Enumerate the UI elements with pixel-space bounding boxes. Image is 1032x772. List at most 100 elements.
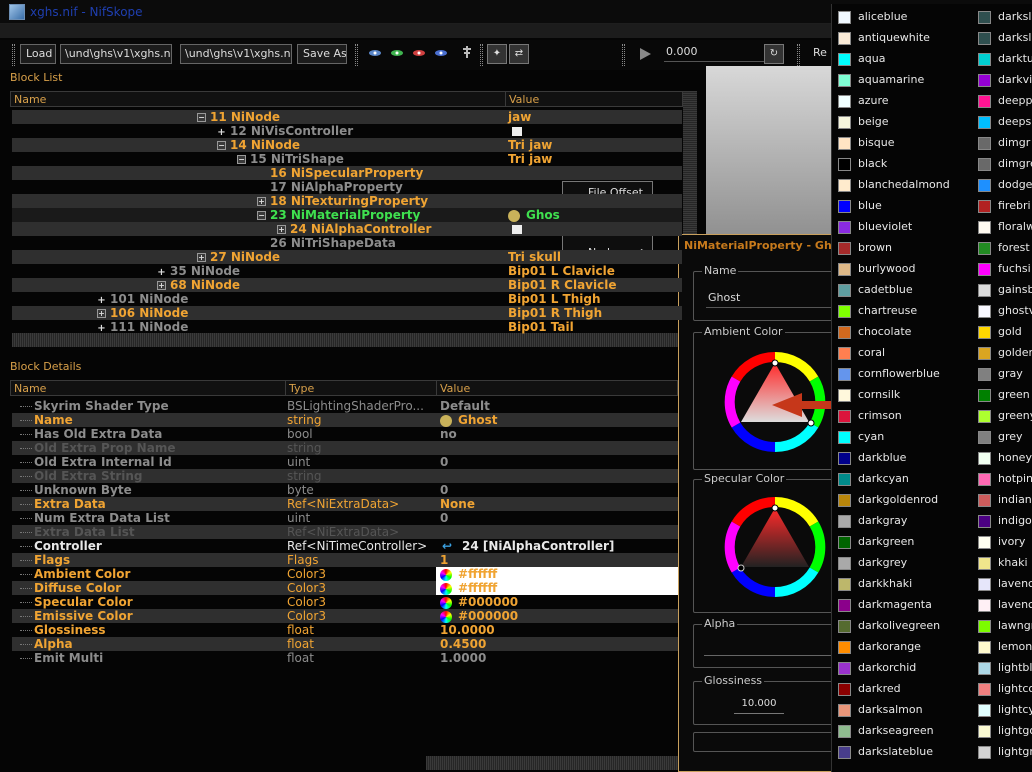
details-type-header[interactable]: Type: [285, 380, 437, 396]
color-item-crimson[interactable]: crimson: [832, 406, 972, 427]
color-item-indianred[interactable]: indiani: [972, 490, 1032, 511]
color-item-firebrick[interactable]: firebri: [972, 196, 1032, 217]
color-item-darkseagreen[interactable]: darkseagreen: [832, 721, 972, 742]
color-item-greenyellow[interactable]: greeny: [972, 406, 1032, 427]
time-field[interactable]: 0.000: [664, 44, 764, 62]
color-item-lemonchiffon[interactable]: lemon: [972, 637, 1032, 658]
color-item-cyan[interactable]: cyan: [832, 427, 972, 448]
detail-value-cell[interactable]: #ffffff: [436, 567, 678, 581]
block-list-row[interactable]: −14 NiNode Tri jaw: [12, 138, 682, 152]
skeleton-icon[interactable]: [460, 45, 474, 59]
color-item-darkslateblue[interactable]: darkslateblue: [832, 742, 972, 763]
collapse-icon[interactable]: −: [237, 155, 246, 164]
color-item-darkslategrey[interactable]: darksl: [972, 28, 1032, 49]
details-value-header[interactable]: Value: [436, 380, 678, 396]
color-item-dodgerblue[interactable]: dodge: [972, 175, 1032, 196]
color-item-lightcyan[interactable]: lightcy: [972, 700, 1032, 721]
details-row[interactable]: Controller Ref<NiTimeController> ↩ 24 [NiAl…: [12, 539, 678, 553]
save-path-field[interactable]: \und\ghs\v1\xghs.nif: [180, 44, 292, 64]
details-name-header[interactable]: Name: [10, 380, 286, 396]
block-list-row[interactable]: +68 NiNode Bip01 R Clavicle: [12, 278, 682, 292]
color-item-lavenderblush[interactable]: lavenc: [972, 595, 1032, 616]
alpha-slider[interactable]: [704, 655, 844, 656]
details-row[interactable]: Emissive Color Color3 #000000: [12, 609, 678, 623]
details-hscrollbar[interactable]: [426, 756, 678, 770]
block-list-value-header[interactable]: Value: [505, 91, 683, 107]
details-row[interactable]: Flags Flags 1: [12, 553, 678, 567]
details-row[interactable]: Old Extra Prop Name string: [12, 441, 678, 455]
color-item-fuchsia[interactable]: fuchsi: [972, 259, 1032, 280]
color-item-goldenrod[interactable]: golden: [972, 343, 1032, 364]
color-item-darkred[interactable]: darkred: [832, 679, 972, 700]
detail-value-cell[interactable]: #ffffff: [436, 581, 678, 595]
block-list-row[interactable]: +12 NiVisController: [12, 124, 682, 138]
color-item-blueviolet[interactable]: blueviolet: [832, 217, 972, 238]
color-item-green[interactable]: green: [972, 385, 1032, 406]
color-item-gold[interactable]: gold: [972, 322, 1032, 343]
details-row[interactable]: Has Old Extra Data bool no: [12, 427, 678, 441]
color-item-darkmagenta[interactable]: darkmagenta: [832, 595, 972, 616]
color-item-deeppink[interactable]: deepp: [972, 91, 1032, 112]
color-item-deepskyblue[interactable]: deepsk: [972, 112, 1032, 133]
color-item-aquamarine[interactable]: aquamarine: [832, 70, 972, 91]
collapse-icon[interactable]: −: [197, 113, 206, 122]
color-item-darkturquoise[interactable]: darktu: [972, 49, 1032, 70]
load-button[interactable]: Load: [20, 44, 56, 64]
color-item-blanchedalmond[interactable]: blanchedalmond: [832, 175, 972, 196]
load-path-field[interactable]: \und\ghs\v1\xghs.nif: [60, 44, 172, 64]
detail-value-cell[interactable]: None: [436, 497, 678, 511]
expand-icon[interactable]: +: [277, 225, 286, 234]
block-list-row[interactable]: −15 NiTriShape Tri jaw: [12, 152, 682, 166]
collapse-icon[interactable]: −: [217, 141, 226, 150]
color-item-darkblue[interactable]: darkblue: [832, 448, 972, 469]
details-row[interactable]: Name string Ghost: [12, 413, 678, 427]
color-item-darkorange[interactable]: darkorange: [832, 637, 972, 658]
color-item-aliceblue[interactable]: aliceblue: [832, 7, 972, 28]
color-item-khaki[interactable]: khaki: [972, 553, 1032, 574]
blue-eye-icon[interactable]: [434, 48, 448, 58]
details-row[interactable]: Emit Multi float 1.0000: [12, 651, 678, 665]
color-item-darkcyan[interactable]: darkcyan: [832, 469, 972, 490]
details-row[interactable]: Ambient Color Color3 #ffffff: [12, 567, 678, 581]
collapse-icon[interactable]: −: [257, 211, 266, 220]
block-list-name-header[interactable]: Name: [10, 91, 506, 107]
block-list-row[interactable]: 17 NiAlphaProperty: [12, 180, 682, 194]
specular-color-wheel[interactable]: [722, 494, 828, 600]
detail-value-cell[interactable]: 1: [436, 553, 678, 567]
color-item-forestgreen[interactable]: forest: [972, 238, 1032, 259]
save-as-button[interactable]: Save As: [297, 44, 347, 64]
detail-value-cell[interactable]: #000000: [436, 609, 678, 623]
block-list-row[interactable]: +106 NiNode Bip01 R Thigh: [12, 306, 682, 320]
block-list-row[interactable]: +111 NiNode Bip01 Tail: [12, 320, 682, 334]
expand-icon[interactable]: +: [257, 197, 266, 206]
color-item-cornsilk[interactable]: cornsilk: [832, 385, 972, 406]
details-row[interactable]: Glossiness float 10.0000: [12, 623, 678, 637]
detail-value-cell[interactable]: #000000: [436, 595, 678, 609]
block-list-row[interactable]: +27 NiNode Tri skull: [12, 250, 682, 264]
color-item-indigo[interactable]: indigo: [972, 511, 1032, 532]
color-item-azure[interactable]: azure: [832, 91, 972, 112]
color-item-ghostwhite[interactable]: ghostv: [972, 301, 1032, 322]
color-item-antiquewhite[interactable]: antiquewhite: [832, 28, 972, 49]
color-item-grey[interactable]: grey: [972, 427, 1032, 448]
detail-value-cell[interactable]: [436, 469, 678, 483]
3d-viewport[interactable]: [706, 66, 832, 241]
detail-value-cell[interactable]: 0: [436, 483, 678, 497]
color-item-darksalmon[interactable]: darksalmon: [832, 700, 972, 721]
color-item-lavender[interactable]: lavenc: [972, 574, 1032, 595]
details-row[interactable]: Skyrim Shader Type BSLightingShaderPro...…: [12, 399, 678, 413]
expand-icon[interactable]: +: [157, 281, 166, 290]
color-item-brown[interactable]: brown: [832, 238, 972, 259]
detail-value-cell[interactable]: Ghost: [436, 413, 678, 427]
color-item-lightgoldenrodyellow[interactable]: lightgo: [972, 721, 1032, 742]
color-item-lawngreen[interactable]: lawngr: [972, 616, 1032, 637]
green-eye-icon[interactable]: [390, 48, 404, 58]
color-item-gray[interactable]: gray: [972, 364, 1032, 385]
details-row[interactable]: Extra Data List Ref<NiExtraData>: [12, 525, 678, 539]
color-item-coral[interactable]: coral: [832, 343, 972, 364]
color-item-beige[interactable]: beige: [832, 112, 972, 133]
expand-icon[interactable]: +: [97, 309, 106, 318]
block-list-row[interactable]: +101 NiNode Bip01 L Thigh: [12, 292, 682, 306]
color-item-darkgreen[interactable]: darkgreen: [832, 532, 972, 553]
block-list-row[interactable]: 26 NiTriShapeData: [12, 236, 682, 250]
